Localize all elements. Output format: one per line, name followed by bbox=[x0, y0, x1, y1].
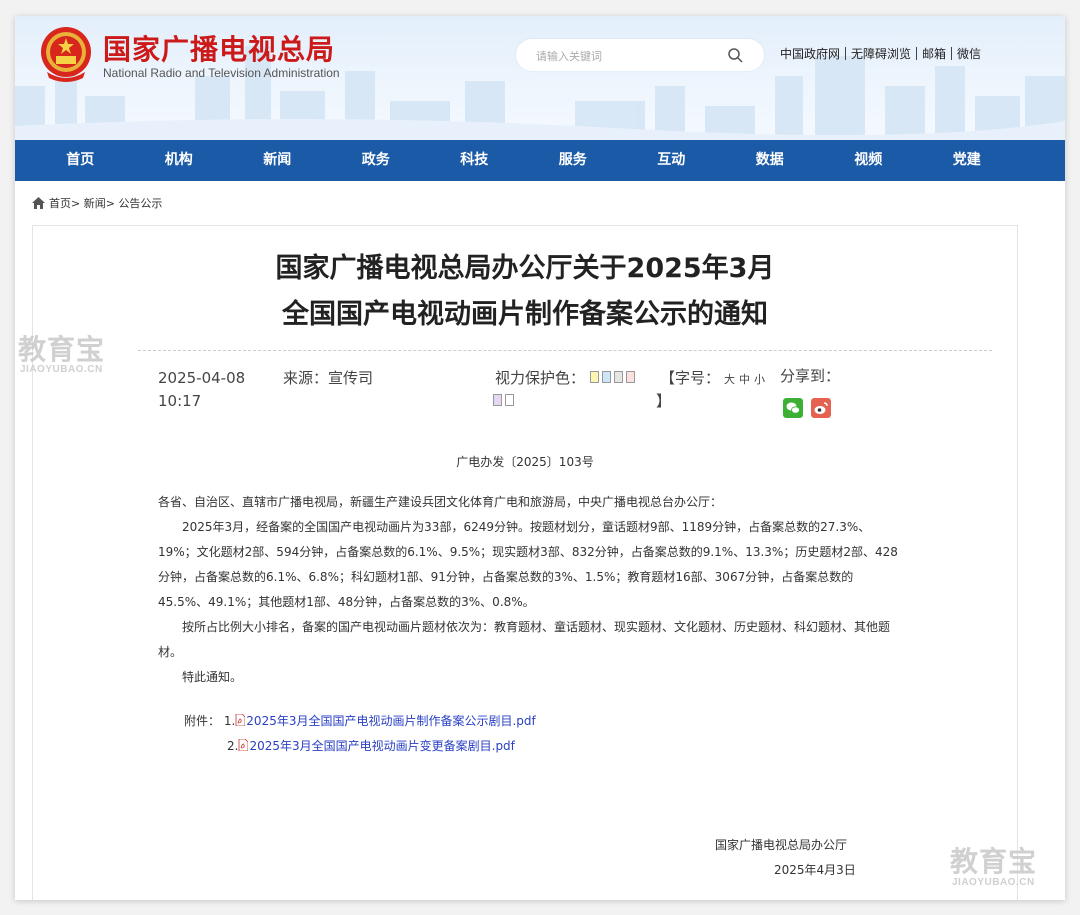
eye-color-yellow-swatch[interactable] bbox=[589, 371, 599, 383]
attachment-index: 1. bbox=[223, 714, 236, 728]
watermark-logo: 教育宝 bbox=[18, 333, 106, 366]
article-card: 国家广播电视总局办公厅关于2025年3月 全国国产电视动画片制作备案公示的通知 … bbox=[32, 225, 1018, 900]
eye-protect-label: 视力保护色： bbox=[495, 369, 586, 387]
article-title-line2: 全国国产电视动画片制作备案公示的通知 bbox=[282, 299, 768, 330]
pdf-icon bbox=[239, 739, 249, 751]
nav-item-party[interactable]: 党建 bbox=[918, 140, 1017, 181]
attachment-link[interactable]: 2025年3月全国国产电视动画片变更备案剧目.pdf bbox=[249, 739, 514, 753]
breadcrumb-news[interactable]: 新闻> bbox=[84, 195, 115, 211]
share-icons bbox=[783, 398, 831, 418]
pdf-icon bbox=[235, 714, 246, 726]
divider bbox=[951, 47, 953, 60]
top-link-wechat[interactable]: 微信 bbox=[957, 47, 981, 61]
top-link-accessibility[interactable]: 无障碍浏览 bbox=[851, 47, 911, 61]
nav-item-government-affairs[interactable]: 政务 bbox=[327, 140, 426, 181]
main-nav: 首页 机构 新闻 政务 科技 服务 互动 数据 视频 党建 bbox=[15, 140, 1065, 181]
signature-organization: 国家广播电视总局办公厅 bbox=[715, 838, 848, 852]
font-size-bracket: 】 bbox=[656, 392, 672, 410]
nav-item-interaction[interactable]: 互动 bbox=[622, 140, 721, 181]
top-links: 中国政府网 无障碍浏览 邮箱 微信 bbox=[780, 45, 981, 62]
paragraph: 按所占比例大小排名，备案的国产电视动画片题材依次为：教育题材、童话题材、现实题材… bbox=[158, 620, 891, 659]
national-emblem-icon bbox=[41, 27, 91, 82]
attachment-label: 附件： bbox=[184, 714, 221, 728]
font-size-label: 【字号： bbox=[660, 369, 721, 387]
font-size-small[interactable]: 小 bbox=[754, 373, 765, 386]
eye-color-white-swatch[interactable] bbox=[505, 394, 514, 406]
article-title: 国家广播电视总局办公厅关于2025年3月 全国国产电视动画片制作备案公示的通知 bbox=[33, 246, 1017, 338]
nav-item-data[interactable]: 数据 bbox=[721, 140, 820, 181]
site-header: 国家广播电视总局 National Radio and Television A… bbox=[15, 16, 1065, 140]
eye-protect-options-row2 bbox=[493, 390, 517, 413]
salutation: 各省、自治区、直辖市广播电视局，新疆生产建设兵团文化体育广电和旅游局，中央广播电… bbox=[158, 495, 723, 509]
search-box bbox=[516, 39, 764, 71]
nav-item-services[interactable]: 服务 bbox=[524, 140, 623, 181]
article-title-line1: 国家广播电视总局办公厅关于2025年3月 bbox=[275, 253, 775, 284]
site-subtitle: National Radio and Television Administra… bbox=[103, 66, 340, 80]
paragraph: 特此通知。 bbox=[182, 670, 243, 684]
divider bbox=[138, 350, 992, 351]
search-input[interactable] bbox=[534, 45, 718, 67]
watermark-domain: JIAOYUBAO.CN bbox=[952, 877, 1035, 888]
article-source: 来源：宣传司 bbox=[283, 369, 374, 387]
eye-protect-options: 视力保护色： bbox=[495, 367, 638, 390]
font-size-options: 【字号：大中小 bbox=[660, 367, 765, 391]
eye-color-pink-swatch[interactable] bbox=[625, 371, 635, 383]
weibo-share-icon[interactable] bbox=[811, 398, 831, 418]
site-title: 国家广播电视总局 bbox=[103, 33, 336, 66]
attachment-index: 2. bbox=[227, 739, 239, 753]
home-icon bbox=[32, 197, 45, 209]
attachment-row-2: 2. 2025年3月全国国产电视动画片变更备案剧目.pdf bbox=[227, 737, 515, 754]
wechat-share-icon[interactable] bbox=[783, 398, 803, 418]
divider bbox=[916, 47, 918, 60]
article-body: 各省、自治区、直辖市广播电视局，新疆生产建设兵团文化体育广电和旅游局，中央广播电… bbox=[158, 490, 898, 690]
nav-item-news[interactable]: 新闻 bbox=[228, 140, 327, 181]
eye-color-gray-swatch[interactable] bbox=[613, 371, 623, 383]
font-size-large[interactable]: 大 bbox=[724, 373, 735, 386]
top-link-mail[interactable]: 邮箱 bbox=[922, 47, 946, 61]
breadcrumb-home[interactable]: 首页> bbox=[49, 195, 80, 211]
search-icon[interactable] bbox=[727, 47, 743, 63]
eye-color-purple-swatch[interactable] bbox=[493, 394, 502, 406]
eye-color-blue-swatch[interactable] bbox=[601, 371, 611, 383]
breadcrumb: 首页> 新闻> 公告公示 bbox=[32, 195, 162, 211]
signature-date: 2025年4月3日 bbox=[774, 863, 856, 877]
attachment-row-1: 附件： 1. 2025年3月全国国产电视动画片制作备案公示剧目.pdf bbox=[184, 712, 536, 729]
breadcrumb-announcements[interactable]: 公告公示 bbox=[118, 195, 162, 211]
nav-item-video[interactable]: 视频 bbox=[819, 140, 918, 181]
watermark-domain: JIAOYUBAO.CN bbox=[20, 364, 103, 375]
publish-date: 2025-04-08 10:17 bbox=[158, 369, 246, 410]
font-size-medium[interactable]: 中 bbox=[739, 373, 750, 386]
top-link-gov[interactable]: 中国政府网 bbox=[780, 47, 840, 61]
attachment-link[interactable]: 2025年3月全国国产电视动画片制作备案公示剧目.pdf bbox=[246, 714, 535, 728]
share-label: 分享到： bbox=[780, 367, 841, 385]
nav-item-home[interactable]: 首页 bbox=[31, 140, 130, 181]
browser-page: 国家广播电视总局 National Radio and Television A… bbox=[15, 16, 1065, 900]
document-number: 广电办发〔2025〕103号 bbox=[456, 455, 594, 469]
divider bbox=[845, 47, 847, 60]
nav-item-technology[interactable]: 科技 bbox=[425, 140, 524, 181]
nav-item-organization[interactable]: 机构 bbox=[130, 140, 229, 181]
paragraph: 2025年3月，经备案的全国国产电视动画片为33部，6249分钟。按题材划分，童… bbox=[158, 520, 898, 609]
watermark-logo: 教育宝 bbox=[950, 845, 1038, 878]
